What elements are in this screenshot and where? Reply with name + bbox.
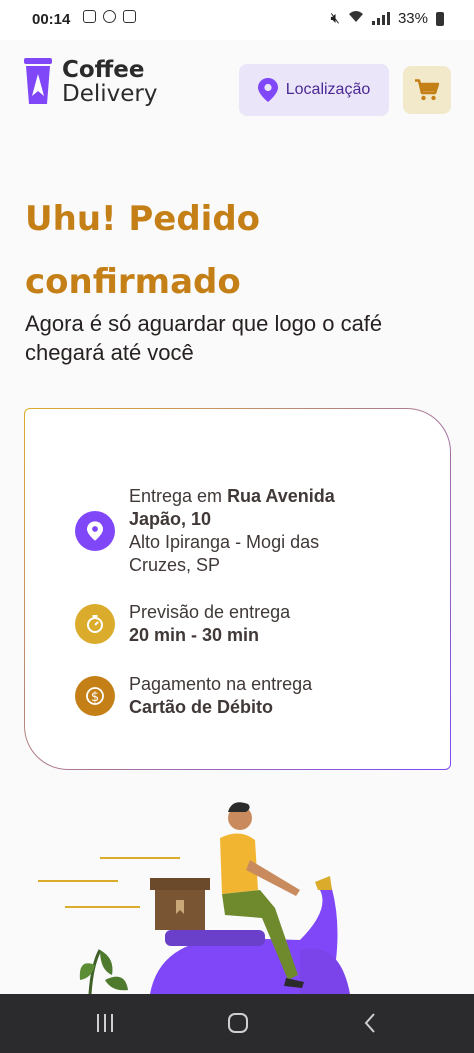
- payment-label: Pagamento na entrega: [129, 674, 313, 694]
- status-time: 00:14: [32, 11, 71, 28]
- confirmation-title-line2: confirmado: [25, 262, 241, 302]
- lock-icon: [123, 10, 136, 23]
- payment-row: $ Pagamento na entrega Cartão de Débito: [75, 673, 369, 719]
- delivery-address-row: Entrega em Rua Avenida Japão, 10 Alto Ip…: [75, 485, 369, 577]
- timer-icon: [75, 604, 115, 644]
- payment-value: Cartão de Débito: [129, 697, 274, 717]
- recent-apps-icon[interactable]: [95, 1012, 115, 1034]
- confirmation-title-line1: Uhu! Pedido: [25, 199, 261, 239]
- brand-logo[interactable]: Coffee Delivery: [24, 58, 157, 106]
- battery-icon: [436, 11, 444, 26]
- system-navigation-bar: [0, 994, 474, 1053]
- delivery-illustration: [0, 790, 474, 994]
- confirmation-title: Uhu! Pedido confirmado: [25, 188, 445, 314]
- eta-value: 20 min - 30 min: [129, 625, 260, 645]
- home-icon[interactable]: [227, 1012, 249, 1034]
- eta-label: Previsão de entrega: [129, 602, 291, 622]
- order-info-card: Entrega em Rua Avenida Japão, 10 Alto Ip…: [24, 408, 451, 770]
- battery-percent: 33%: [397, 10, 428, 27]
- delivery-eta-row: Previsão de entrega 20 min - 30 min: [75, 601, 369, 647]
- image-notification-icon: [83, 10, 96, 23]
- signal-icon: [371, 12, 390, 25]
- svg-text:$: $: [91, 690, 99, 705]
- shopping-cart-icon: [415, 79, 439, 101]
- do-not-disturb-icon: [103, 10, 116, 23]
- status-system-icons: 🔇︎ 33%: [331, 10, 444, 27]
- coffee-cup-logo-icon: [24, 58, 52, 104]
- delivery-district: Alto Ipiranga - Mogi das Cruzes, SP: [129, 532, 320, 575]
- delivery-scooter-illustration: [38, 802, 350, 994]
- wifi-icon: [348, 10, 364, 27]
- map-pin-icon: [257, 78, 278, 102]
- location-button[interactable]: Localização: [239, 64, 389, 116]
- confirmation-subtitle: Agora é só aguardar que logo o café cheg…: [25, 311, 383, 365]
- brand-line1: Coffee: [62, 57, 145, 83]
- status-notification-icons: [83, 10, 136, 23]
- delivery-prefix: Entrega em: [129, 486, 228, 506]
- currency-dollar-icon: $: [75, 676, 115, 716]
- back-icon[interactable]: [362, 1012, 378, 1034]
- map-pin-icon: [75, 511, 115, 551]
- delivery-eta-text: Previsão de entrega 20 min - 30 min: [129, 601, 369, 647]
- delivery-address-text: Entrega em Rua Avenida Japão, 10 Alto Ip…: [129, 485, 369, 577]
- cart-button[interactable]: [403, 66, 451, 114]
- payment-text: Pagamento na entrega Cartão de Débito: [129, 673, 369, 719]
- status-bar: 00:14 🔇︎ 33%: [0, 0, 474, 40]
- brand-name: Coffee Delivery: [62, 58, 157, 106]
- brand-line2: Delivery: [62, 81, 158, 107]
- mute-icon: 🔇︎: [330, 10, 340, 27]
- location-label: Localização: [285, 81, 371, 98]
